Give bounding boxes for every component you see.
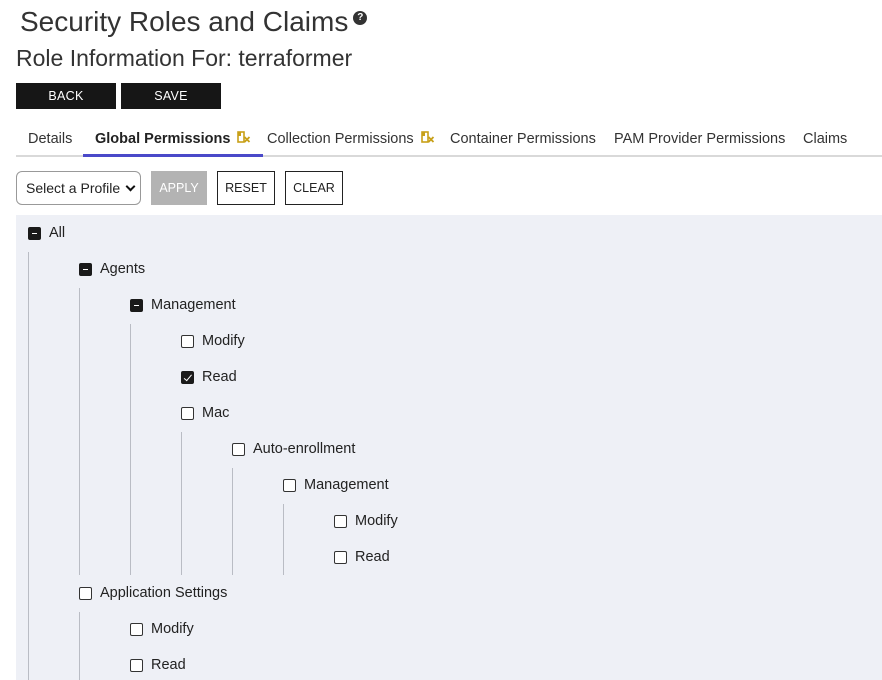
tree-node-mac[interactable]: Mac [181, 403, 229, 423]
tree-node-label: Modify [202, 333, 245, 349]
tree-node-agents-management[interactable]: Management [130, 295, 236, 315]
reset-button[interactable]: RESET [217, 171, 275, 205]
tab-global-permissions[interactable]: Global Permissions [83, 124, 264, 157]
tab-label: Global Permissions [95, 131, 231, 147]
tree-node-agents[interactable]: Agents [79, 259, 145, 279]
tree-node-label: Management [304, 477, 389, 493]
save-button[interactable]: SAVE [121, 83, 221, 109]
tree-guide-line [283, 504, 284, 575]
tree-guide-line [130, 324, 131, 575]
page-title-text: Security Roles and Claims [20, 6, 349, 37]
help-icon[interactable]: ? [353, 11, 368, 25]
tree-node-management-modify[interactable]: Modify [181, 331, 245, 351]
tree-node-label: Application Settings [100, 585, 228, 601]
clear-button[interactable]: CLEAR [285, 171, 343, 205]
profile-select[interactable]: Select a Profile [16, 171, 141, 205]
tree-node-label: Read [202, 369, 237, 385]
checkbox[interactable] [334, 550, 347, 564]
tab-label: Collection Permissions [267, 131, 414, 147]
tree-node-label: Mac [202, 405, 230, 421]
tree-node-label: Auto-enrollment [253, 441, 356, 457]
permission-badge-icon [420, 131, 434, 143]
tree-node-label: All [49, 225, 66, 241]
apply-button[interactable]: APPLY [151, 171, 207, 205]
tree-node-application-settings-read[interactable]: Read [130, 655, 186, 675]
tree-guide-line [28, 252, 29, 680]
tree-guide-line [79, 288, 80, 575]
back-button[interactable]: BACK [16, 83, 116, 109]
tree-node-label: Management [151, 297, 236, 313]
chevron-down-icon [125, 181, 136, 192]
tab-claims[interactable]: Claims [803, 124, 847, 155]
tree-guide-line [181, 432, 182, 575]
tree-guide-line [79, 612, 80, 680]
permissions-tree: All Agents Management Modify Read Mac Au… [16, 215, 882, 680]
tree-node-auto-enrollment-management[interactable]: Management [283, 475, 389, 495]
checkbox-partial[interactable] [79, 262, 92, 276]
checkbox[interactable] [181, 334, 194, 348]
checkbox-checked[interactable] [181, 370, 194, 384]
tab-collection-permissions[interactable]: Collection Permissions [267, 124, 435, 155]
tree-node-auto-enrollment[interactable]: Auto-enrollment [232, 439, 355, 459]
tab-bar: Details Global Permissions Collection Pe… [16, 124, 882, 157]
tree-node-auto-enrollment-read[interactable]: Read [334, 547, 390, 567]
checkbox[interactable] [232, 442, 245, 456]
tab-label: Claims [803, 131, 848, 147]
tab-label: PAM Provider Permissions [614, 131, 786, 147]
tree-node-label: Modify [355, 513, 398, 529]
tree-node-label: Read [151, 657, 186, 673]
tree-node-auto-enrollment-modify[interactable]: Modify [334, 511, 398, 531]
profile-select-value: Select a Profile [26, 180, 121, 196]
tree-node-application-settings-modify[interactable]: Modify [130, 619, 194, 639]
checkbox[interactable] [334, 514, 347, 528]
tab-label: Container Permissions [450, 131, 596, 147]
checkbox[interactable] [283, 478, 296, 492]
tab-container-permissions[interactable]: Container Permissions [450, 124, 596, 155]
tree-node-label: Modify [151, 621, 194, 637]
role-subtitle: Role Information For: terraformer [16, 45, 353, 71]
checkbox-partial[interactable] [28, 226, 41, 240]
permission-badge-icon [237, 131, 251, 143]
tab-pam-provider-permissions[interactable]: PAM Provider Permissions [614, 124, 785, 155]
tab-details[interactable]: Details [28, 124, 72, 155]
checkbox-partial[interactable] [130, 298, 143, 312]
tree-node-application-settings[interactable]: Application Settings [79, 583, 227, 603]
tree-guide-line [232, 468, 233, 575]
checkbox[interactable] [181, 406, 194, 420]
checkbox[interactable] [79, 586, 92, 600]
tree-node-management-read[interactable]: Read [181, 367, 237, 387]
tab-label: Details [28, 131, 73, 147]
checkbox[interactable] [130, 658, 143, 672]
tree-node-all[interactable]: All [28, 223, 65, 243]
tree-node-label: Agents [100, 261, 146, 277]
tree-node-label: Read [355, 549, 390, 565]
page-title: Security Roles and Claims ? [20, 6, 368, 38]
checkbox[interactable] [130, 622, 143, 636]
